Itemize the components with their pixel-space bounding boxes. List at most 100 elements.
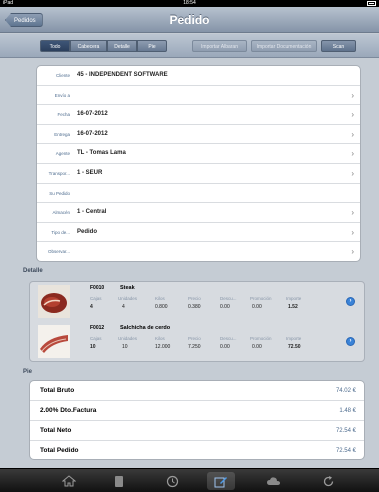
total-label: 2.00% Dto.Factura [40, 407, 97, 414]
column-header: Cajas [90, 336, 102, 341]
total-neto-row: Total Neto 72.54 € [30, 421, 364, 441]
column-header: Descu... [220, 336, 237, 341]
status-bar: iPad 18:54 [0, 0, 379, 7]
detail-list: F0010 Steak Cajas Unidades Kilos Precio … [29, 281, 365, 362]
tab-bar [0, 468, 379, 492]
tipo-row[interactable]: Tipo de... Pedido › [37, 223, 360, 243]
import-albaran-button[interactable]: Importar Albaran [192, 40, 247, 52]
edit-icon[interactable] [207, 472, 235, 490]
segment-todo[interactable]: Todo [40, 40, 70, 52]
field-label: Observar... [47, 249, 70, 255]
column-header: Importe [286, 336, 302, 341]
column-header: Importe [286, 296, 302, 301]
transporte-row[interactable]: Transpor... 1 - SEUR › [37, 164, 360, 184]
disclosure-icon[interactable]: › [346, 337, 355, 346]
cloud-icon[interactable] [259, 472, 287, 490]
importe-value: 1.52 [288, 304, 298, 310]
column-header: Kilos [155, 336, 165, 341]
cliente-row[interactable]: Cliente 45 - INDEPENDENT SOFTWARE [37, 66, 360, 86]
clock-icon[interactable] [158, 472, 186, 490]
total-label: Total Bruto [40, 387, 75, 394]
chevron-right-icon: › [351, 227, 354, 237]
importe-value: 72.50 [288, 344, 301, 350]
totals-section-title: Pie [23, 369, 33, 375]
refresh-icon[interactable] [314, 472, 342, 490]
product-image [38, 285, 70, 318]
envio-row[interactable]: Envío a › [37, 86, 360, 106]
descuento-value: 0.00 [220, 304, 230, 310]
su-pedido-row[interactable]: Su Pedido [37, 184, 360, 204]
field-value: 1 - SEUR [77, 169, 103, 176]
item-code: F0012 [90, 325, 105, 331]
toolbar: Todo Cabecera Detalle Pie Importar Albar… [0, 34, 379, 58]
field-label: Fecha [57, 112, 70, 118]
navigation-bar: Pedidos Pedido [0, 7, 379, 33]
precio-value: 0.380 [188, 304, 201, 310]
field-value: 45 - INDEPENDENT SOFTWARE [77, 72, 168, 78]
total-value: 72.54 € [335, 448, 356, 454]
total-bruto-row: Total Bruto 74.02 € [30, 381, 364, 401]
column-header: Promoción [250, 296, 272, 301]
header-form: Cliente 45 - INDEPENDENT SOFTWARE Envío … [36, 65, 361, 262]
chevron-right-icon: › [351, 129, 354, 139]
home-icon[interactable] [55, 472, 83, 490]
almacen-row[interactable]: Almacén 1 - Central › [37, 203, 360, 223]
totals-table: Total Bruto 74.02 € 2.00% Dto.Factura 1.… [29, 380, 365, 460]
field-label: Entrega [54, 131, 70, 137]
field-label: Su Pedido [49, 190, 70, 196]
discount-row: 2.00% Dto.Factura 1.48 € [30, 401, 364, 421]
total-label: Total Pedido [40, 447, 79, 454]
field-value: Pedido [77, 228, 98, 235]
segment-cabecera[interactable]: Cabecera [70, 40, 107, 52]
column-header: Promoción [250, 336, 272, 341]
disclosure-icon[interactable]: › [346, 297, 355, 306]
entrega-row[interactable]: Entrega 16-07-2012 › [37, 125, 360, 145]
precio-value: 7.250 [188, 344, 201, 350]
segment-detalle[interactable]: Detalle [107, 40, 137, 52]
chevron-right-icon: › [351, 90, 354, 100]
item-code: F0010 [90, 285, 105, 291]
column-header: Precio [188, 336, 201, 341]
list-item[interactable]: F0012 Salchicha de cerdo Cajas Unidades … [30, 322, 366, 362]
cajas-value: 4 [90, 304, 93, 310]
unidades-value: 10 [122, 344, 128, 350]
promocion-value: 0.00 [252, 304, 262, 310]
field-label: Cliente [55, 73, 70, 78]
cajas-value: 10 [90, 344, 96, 350]
import-documentation-button[interactable]: Importar Documentación [251, 40, 317, 52]
field-label: Transpor... [48, 170, 70, 176]
page-title: Pedido [169, 13, 210, 27]
kilos-value: 0.800 [155, 304, 168, 310]
total-value: 72.54 € [335, 428, 356, 434]
column-header: Cajas [90, 296, 102, 301]
kilos-value: 12.000 [155, 344, 171, 350]
field-value: 1 - Central [77, 209, 107, 216]
field-value: TL - Tomas Lama [77, 150, 126, 157]
fecha-row[interactable]: Fecha 16-07-2012 › [37, 105, 360, 125]
column-header: Unidades [118, 296, 138, 301]
agente-row[interactable]: Agente TL - Tomas Lama › [37, 144, 360, 164]
document-icon[interactable] [105, 472, 133, 490]
field-label: Almacén [52, 210, 70, 216]
observaciones-row[interactable]: Observar... › [37, 242, 360, 261]
chevron-right-icon: › [351, 149, 354, 159]
total-value: 74.02 € [335, 388, 356, 394]
field-value: 16-07-2012 [77, 111, 108, 118]
field-value: 16-07-2012 [77, 130, 108, 137]
total-pedido-row: Total Pedido 72.54 € [30, 441, 364, 459]
list-item[interactable]: F0010 Steak Cajas Unidades Kilos Precio … [30, 282, 366, 322]
column-header: Precio [188, 296, 201, 301]
scan-button[interactable]: Scan [321, 40, 356, 52]
descuento-value: 0.00 [220, 344, 230, 350]
detail-section-title: Detalle [23, 268, 43, 274]
column-header: Descu... [220, 296, 237, 301]
column-header: Kilos [155, 296, 165, 301]
chevron-right-icon: › [351, 247, 354, 257]
field-label: Agente [55, 151, 70, 157]
chevron-right-icon: › [351, 208, 354, 218]
unidades-value: 4 [122, 304, 125, 310]
item-name: Salchicha de cerdo [120, 325, 171, 331]
chevron-right-icon: › [351, 168, 354, 178]
product-image [38, 325, 70, 358]
segment-pie[interactable]: Pie [137, 40, 167, 52]
